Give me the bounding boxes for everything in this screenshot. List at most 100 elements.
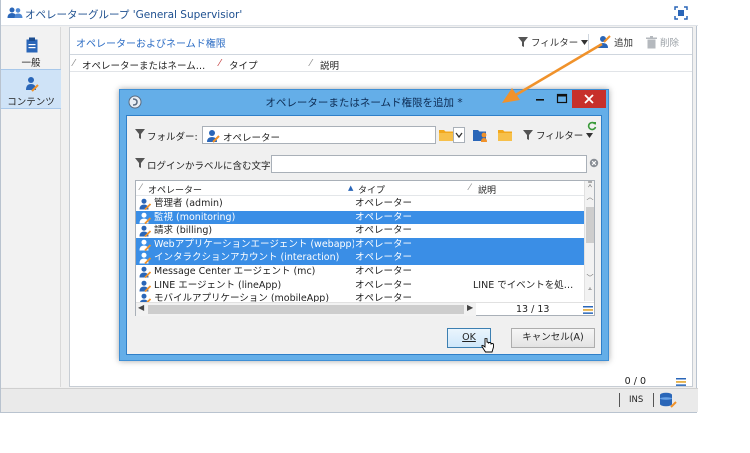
- clipboard-icon: [26, 37, 38, 53]
- scroll-bottom-icon[interactable]: ⩡: [585, 285, 595, 294]
- operator-type: オペレーター: [355, 225, 413, 237]
- list-item[interactable]: Message Center エージェント (mc) オペレーター: [136, 265, 584, 279]
- list-header-row: ⁄ オペレーター ▲ タイプ ⁄ 説明: [136, 181, 584, 196]
- cancel-label: キャンセル(A): [522, 332, 584, 343]
- close-button[interactable]: [572, 90, 606, 108]
- column-header-row: ⁄ オペレーターまたはネーム… ⁄ タイプ ⁄ 説明: [70, 56, 692, 72]
- chevron-down-icon: [455, 132, 463, 139]
- list-item[interactable]: 管理者 (admin) オペレーター: [136, 197, 584, 211]
- scroll-top-icon[interactable]: ⩞: [585, 181, 595, 190]
- nav-item-content[interactable]: コンテンツ: [1, 69, 61, 109]
- nav-item-label: 一般: [21, 58, 41, 69]
- delete-label: 削除: [660, 38, 680, 49]
- operator-icon: [139, 239, 151, 251]
- status-divider: [619, 393, 620, 407]
- horizontal-scroll-thumb[interactable]: [148, 305, 464, 314]
- add-button[interactable]: 追加: [597, 34, 633, 50]
- trash-icon: [646, 35, 657, 48]
- list-rows: 管理者 (admin) オペレーター 監視 (monitoring) オペレーター 請求…: [136, 197, 584, 306]
- search-row: ログインかラベルに含む文字:: [135, 154, 599, 174]
- list-pager: 13 / 13: [516, 304, 550, 315]
- chevron-down-icon: [586, 132, 594, 138]
- operator-name: Webアプリケーションエージェント (webapp): [154, 238, 354, 250]
- operator-icon: [26, 77, 39, 92]
- operator-name: Message Center エージェント (mc): [154, 265, 316, 277]
- scroll-up-icon[interactable]: ︿: [585, 192, 595, 202]
- column-header-desc[interactable]: 説明: [320, 58, 339, 72]
- list-column-desc[interactable]: 説明: [478, 183, 496, 196]
- vertical-scrollbar[interactable]: ⩞ ︿ ﹀ ⩡: [584, 181, 594, 301]
- section-title: オペレーターおよびネームド権限: [76, 39, 226, 50]
- column-header-name[interactable]: オペレーターまたはネーム…: [82, 58, 205, 72]
- database-icon[interactable]: [659, 392, 677, 408]
- operator-list: ⁄ オペレーター ▲ タイプ ⁄ 説明 管理者 (admin) オペレーター 監視 …: [135, 180, 595, 316]
- filter-label: フィルター: [531, 38, 579, 49]
- operator-name: 請求 (billing): [154, 225, 213, 237]
- users-icon: [7, 7, 23, 18]
- maximize-button[interactable]: [551, 90, 573, 108]
- clear-icon[interactable]: [589, 158, 599, 168]
- status-bar: INS: [1, 388, 698, 412]
- vertical-scroll-thumb[interactable]: [586, 207, 594, 243]
- list-item[interactable]: LINE エージェント (lineApp) オペレーター LINE でイベントを処…: [136, 279, 584, 293]
- content-toolbar: オペレーターおよびネームド権限 フィルター 追加 削除: [70, 28, 692, 55]
- search-input[interactable]: [271, 155, 587, 173]
- folder-dropdown[interactable]: [453, 127, 465, 143]
- delete-button[interactable]: 削除: [646, 34, 679, 50]
- operator-type: オペレーター: [355, 279, 413, 291]
- dialog-titlebar[interactable]: オペレーターまたはネームド権限を追加 *: [120, 90, 608, 114]
- operator-type: オペレーター: [355, 198, 413, 209]
- close-icon: [584, 94, 594, 104]
- operator-type: オペレーター: [355, 211, 413, 223]
- column-resize-icon: ⁄: [310, 58, 312, 69]
- operator-icon: [139, 266, 151, 278]
- list-item[interactable]: Webアプリケーションエージェント (webapp) オペレーター: [136, 237, 584, 252]
- operator-icon: [207, 130, 220, 143]
- list-item[interactable]: インタラクションアカウント (interaction) オペレーター: [136, 251, 584, 265]
- operator-name: 管理者 (admin): [154, 198, 223, 209]
- folder-field[interactable]: オペレーター: [202, 126, 436, 144]
- column-resize-icon: ⁄: [140, 183, 142, 193]
- folder-icon[interactable]: [498, 129, 512, 141]
- refresh-icon[interactable]: [587, 121, 597, 131]
- funnel-icon: [523, 130, 533, 140]
- operator-name: インタラクションアカウント (interaction): [154, 252, 340, 264]
- column-header-type[interactable]: タイプ: [229, 58, 258, 72]
- funnel-icon: [135, 129, 145, 139]
- horizontal-scrollbar[interactable]: ◀ ▶: [136, 303, 476, 316]
- scroll-right-icon[interactable]: ▶: [467, 303, 473, 312]
- hand-cursor-icon: [481, 338, 494, 353]
- add-label: 追加: [614, 38, 634, 49]
- list-column-operator[interactable]: オペレーター: [148, 183, 202, 196]
- list-item[interactable]: 監視 (monitoring) オペレーター: [136, 210, 584, 225]
- folder-label: フォルダー:: [147, 132, 198, 143]
- operator-name: 監視 (monitoring): [154, 211, 236, 223]
- dialog-filter-button[interactable]: フィルター: [523, 127, 594, 143]
- record-count: 0 / 0: [624, 376, 646, 387]
- cancel-button[interactable]: キャンセル(A): [511, 328, 595, 348]
- ok-label: OK: [462, 332, 476, 343]
- operator-icon: [139, 212, 151, 224]
- operator-icon: [139, 280, 151, 292]
- list-column-type[interactable]: タイプ: [358, 183, 385, 196]
- folder-operator-icon[interactable]: [473, 127, 489, 143]
- list-footer: ◀ ▶ 13 / 13: [136, 302, 594, 316]
- main-titlebar: オペレーターグループ 'General Supervisior': [1, 0, 698, 26]
- filter-button[interactable]: フィルター: [518, 34, 589, 50]
- nav-item-general[interactable]: 一般: [1, 31, 61, 71]
- scroll-down-icon[interactable]: ﹀: [585, 273, 595, 283]
- list-item[interactable]: 請求 (billing) オペレーター: [136, 224, 584, 238]
- funnel-icon: [518, 37, 528, 47]
- list-menu-icon[interactable]: [676, 378, 686, 386]
- list-menu-icon[interactable]: [583, 306, 593, 314]
- scroll-left-icon[interactable]: ◀: [138, 303, 144, 312]
- operator-icon: [139, 225, 151, 238]
- dialog-body: フォルダー: オペレーター フィルター ログインかラベルに含む文字: ⁄ オペレ…: [126, 115, 602, 355]
- fullscreen-icon[interactable]: [674, 6, 688, 20]
- maximize-icon: [556, 93, 568, 104]
- folder-icon[interactable]: [439, 129, 453, 141]
- operator-icon: [139, 198, 151, 210]
- minimize-button[interactable]: [529, 90, 551, 108]
- column-sort-icon: ⁄: [219, 58, 221, 69]
- folder-value: オペレーター: [223, 133, 281, 144]
